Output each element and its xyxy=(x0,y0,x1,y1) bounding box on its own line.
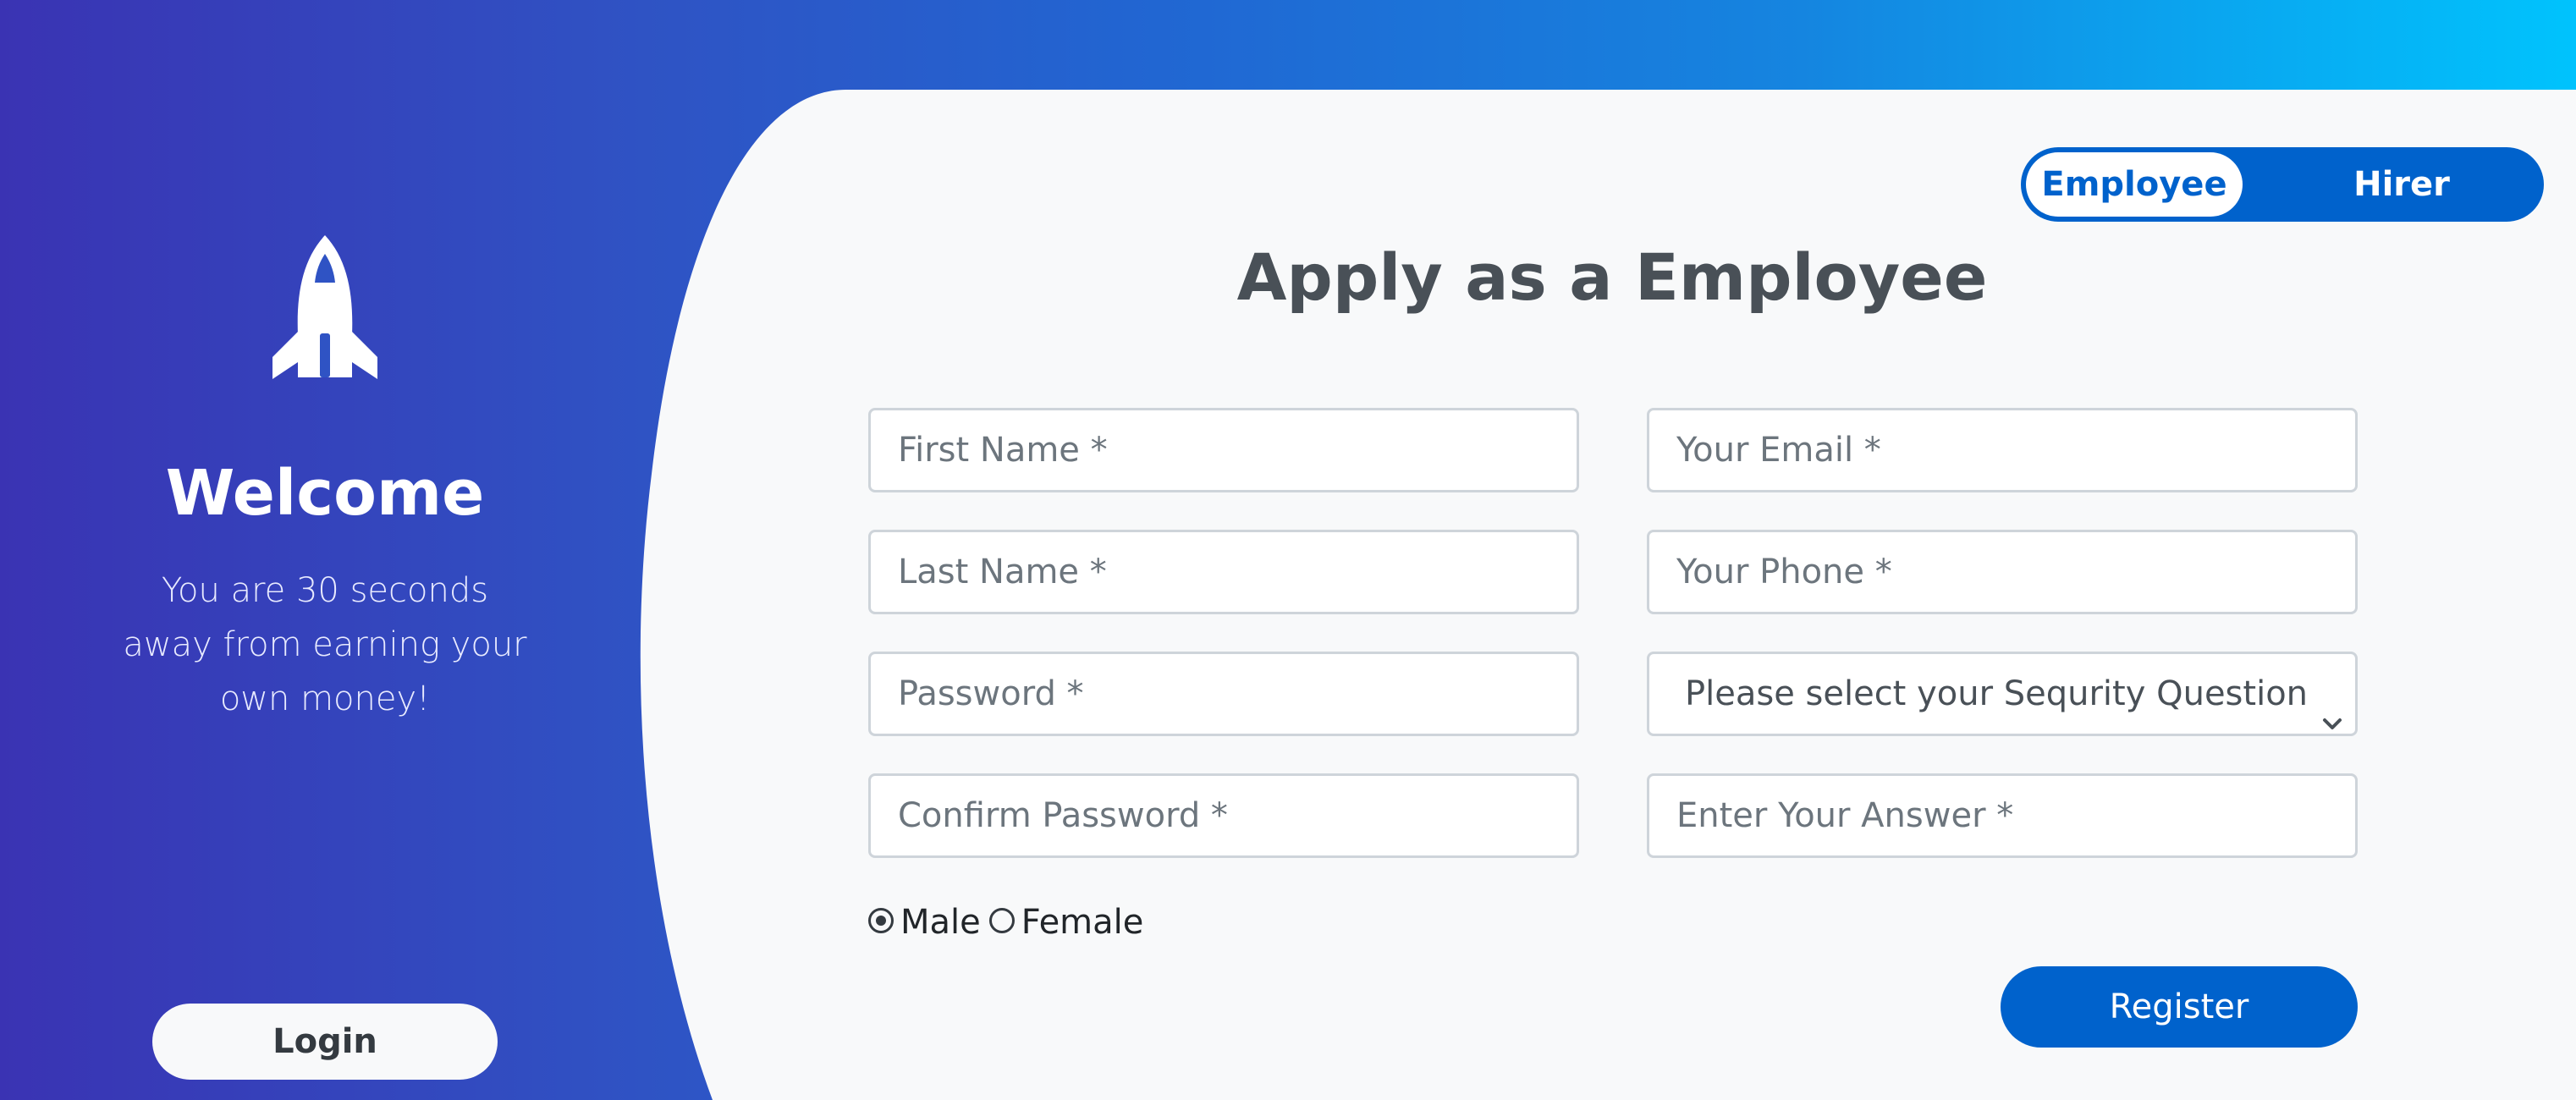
security-question-select[interactable]: Please select your Sequrity Question xyxy=(1647,652,2358,736)
password-placeholder: Password * xyxy=(898,674,1084,713)
first-name-input[interactable]: First Name * xyxy=(868,408,1579,492)
last-name-placeholder: Last Name * xyxy=(898,553,1107,591)
security-question-value: Please select your Sequrity Question xyxy=(1685,674,2309,713)
welcome-title: Welcome xyxy=(165,457,485,530)
tab-hirer[interactable]: Hirer xyxy=(2300,147,2503,222)
register-page: Welcome You are 30 seconds away from ear… xyxy=(0,0,2576,1100)
last-name-input[interactable]: Last Name * xyxy=(868,530,1579,614)
answer-placeholder: Enter Your Answer * xyxy=(1676,796,2014,835)
phone-input[interactable]: Your Phone * xyxy=(1647,530,2358,614)
role-toggle: Employee Hirer xyxy=(2021,147,2544,222)
gender-group: Male Female xyxy=(868,897,1152,948)
confirm-password-placeholder: Confirm Password * xyxy=(898,796,1228,835)
phone-placeholder: Your Phone * xyxy=(1676,553,1892,591)
email-placeholder: Your Email * xyxy=(1676,431,1881,470)
chevron-down-icon xyxy=(2321,685,2343,729)
answer-input[interactable]: Enter Your Answer * xyxy=(1647,773,2358,858)
password-input[interactable]: Password * xyxy=(868,652,1579,736)
tab-employee[interactable]: Employee xyxy=(2026,152,2243,217)
female-radio[interactable] xyxy=(988,908,1015,933)
male-label[interactable]: Male xyxy=(900,903,981,942)
welcome-subtitle: You are 30 seconds away from earning you… xyxy=(123,571,527,718)
email-input[interactable]: Your Email * xyxy=(1647,408,2358,492)
first-name-placeholder: First Name * xyxy=(898,431,1108,470)
male-radio[interactable] xyxy=(868,908,894,933)
rocket-icon xyxy=(269,234,381,384)
form-title: Apply as a Employee xyxy=(1236,239,1988,315)
confirm-password-input[interactable]: Confirm Password * xyxy=(868,773,1579,858)
login-button[interactable]: Login xyxy=(152,1004,498,1080)
female-label[interactable]: Female xyxy=(1021,903,1144,942)
register-button[interactable]: Register xyxy=(2001,966,2358,1048)
